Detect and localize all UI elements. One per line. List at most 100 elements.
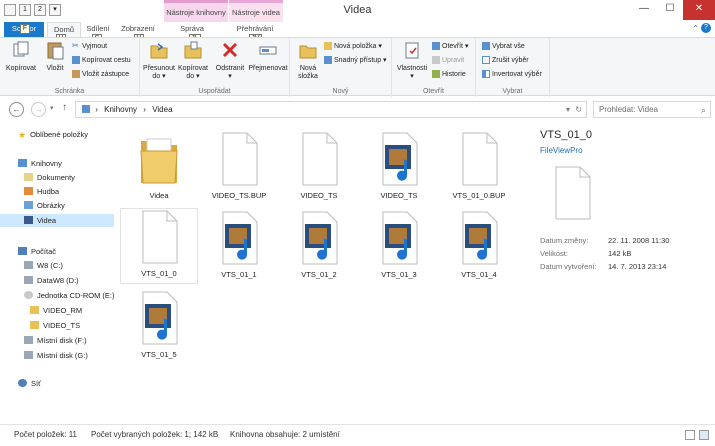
copy-button[interactable]: Kopírovat bbox=[4, 40, 38, 73]
file-item-video-ts-bup[interactable]: VIDEO_TS.BUP bbox=[200, 131, 278, 200]
nav-item-drive-d[interactable]: DataW8 (D:) bbox=[0, 274, 114, 287]
window-title: Videa bbox=[343, 4, 372, 16]
properties-dropdown-icon: ▾ bbox=[410, 73, 414, 80]
select-all-label: Vybrat vše bbox=[492, 42, 525, 50]
maximize-button[interactable]: ☐ bbox=[657, 0, 683, 20]
file-item-vts-01-3[interactable]: VTS_01_3 bbox=[360, 210, 438, 279]
address-sep-1: › bbox=[95, 105, 98, 114]
group-label-schranka: Schránka bbox=[54, 88, 85, 95]
status-item-count: Počet položek: 11 bbox=[14, 430, 78, 439]
group-label-vybrat: Vybrat bbox=[502, 88, 523, 95]
invert-selection-button[interactable]: Invertovat výběr bbox=[482, 70, 542, 78]
nav-label: W8 (C:) bbox=[37, 261, 63, 270]
prop-value-created: 14. 7. 2013 23:14 bbox=[608, 262, 667, 271]
file-item-vts-01-0[interactable]: VTS_01_0 bbox=[120, 208, 198, 284]
copy-to-button[interactable]: Kopírovat do ▾ bbox=[176, 40, 210, 81]
search-input[interactable]: Prohledat: Videa ⌕ bbox=[593, 101, 711, 118]
nav-item-dokumenty[interactable]: Dokumenty bbox=[0, 171, 114, 184]
paste-button[interactable]: Vložit bbox=[42, 40, 68, 73]
minimize-button[interactable]: — bbox=[631, 0, 657, 20]
back-button[interactable]: ← bbox=[9, 102, 24, 117]
move-to-suffix: do ▾ bbox=[152, 73, 166, 80]
file-item-video-ts-media[interactable]: VIDEO_TS bbox=[360, 131, 438, 200]
file-item-videa[interactable]: Videa bbox=[120, 131, 198, 200]
scissors-icon: ✂ bbox=[72, 41, 79, 50]
move-to-button[interactable]: Přesunout do ▾ bbox=[142, 40, 176, 81]
nav-item-knihovny[interactable]: Knihovny bbox=[0, 157, 114, 170]
properties-button[interactable]: Vlastnosti ▾ bbox=[394, 40, 430, 81]
file-name: VIDEO_TS bbox=[380, 191, 418, 200]
nav-item-pocitac[interactable]: Počítač bbox=[0, 245, 114, 258]
cut-button[interactable]: ✂ Vyjmout bbox=[72, 42, 107, 50]
network-icon bbox=[18, 379, 27, 387]
copy-label: Kopírovat bbox=[6, 65, 36, 72]
breadcrumb-knihovny[interactable]: Knihovny bbox=[104, 105, 137, 114]
document-icon bbox=[462, 132, 498, 186]
edit-button[interactable]: Upravit bbox=[432, 56, 464, 64]
open-button[interactable]: Otevřít ▾ bbox=[432, 42, 468, 50]
folder-icon bbox=[30, 321, 39, 329]
paste-shortcut-button[interactable]: Vložit zástupce bbox=[72, 70, 129, 78]
history-button[interactable]: Historie bbox=[432, 70, 466, 78]
group-label-novy: Nový bbox=[332, 88, 349, 95]
details-view-icon[interactable] bbox=[685, 430, 695, 440]
help-icon[interactable]: ? bbox=[701, 23, 711, 33]
new-item-button[interactable]: Nová položka ▾ bbox=[324, 42, 382, 50]
file-name: VTS_01_2 bbox=[301, 270, 337, 279]
large-icons-view-icon[interactable] bbox=[699, 430, 709, 440]
document-icon bbox=[302, 132, 338, 186]
address-dropdown-icon[interactable]: ▾ bbox=[566, 102, 570, 117]
copy-path-button[interactable]: Kopírovat cestu bbox=[72, 56, 131, 64]
cut-label: Vyjmout bbox=[82, 42, 108, 50]
nav-label: Videa bbox=[37, 216, 57, 225]
nav-item-video-ts[interactable]: VIDEO_TS bbox=[0, 319, 114, 332]
recent-locations-icon[interactable]: ▾ bbox=[50, 104, 54, 112]
nav-item-oblibene[interactable]: ★ Oblíbené položky bbox=[0, 128, 114, 141]
file-name: VTS_01_1 bbox=[221, 270, 257, 279]
up-button[interactable]: ↑ bbox=[62, 102, 67, 113]
paste-icon bbox=[47, 42, 64, 60]
address-sep-2: › bbox=[143, 105, 146, 114]
properties-icon bbox=[405, 42, 419, 59]
drive-icon bbox=[24, 336, 33, 344]
nav-item-obrazky[interactable]: Obrázky bbox=[0, 199, 114, 212]
nav-item-hudba[interactable]: Hudba bbox=[0, 185, 114, 198]
nav-item-video-rm[interactable]: VIDEO_RM bbox=[0, 304, 114, 317]
prop-label-modified: Datum změny: bbox=[540, 236, 589, 245]
details-preview-icon bbox=[555, 166, 591, 220]
refresh-icon[interactable]: ↻ bbox=[575, 102, 582, 117]
prop-label-created: Datum vytvoření: bbox=[540, 262, 597, 271]
forward-button[interactable]: → bbox=[31, 102, 46, 117]
select-all-button[interactable]: Vybrat vše bbox=[482, 42, 525, 50]
group-novy: Nová složka Nová položka ▾ Snadný přístu… bbox=[290, 38, 392, 97]
nav-item-sit[interactable]: Síť bbox=[0, 377, 114, 390]
close-button[interactable]: ✕ bbox=[683, 0, 715, 20]
nav-label: Dokumenty bbox=[37, 173, 75, 182]
file-item-vts-01-2[interactable]: VTS_01_2 bbox=[280, 210, 358, 279]
new-folder-button[interactable]: Nová složka bbox=[292, 40, 324, 81]
nav-item-drive-e[interactable]: Jednotka CD-ROM (E:) bbox=[0, 289, 114, 302]
file-item-vts-01-0-bup[interactable]: VTS_01_0.BUP bbox=[440, 131, 518, 200]
nav-label: VIDEO_RM bbox=[43, 306, 83, 315]
new-folder-icon bbox=[299, 45, 317, 59]
nav-item-videa[interactable]: Videa bbox=[0, 214, 114, 227]
collapse-ribbon-icon[interactable]: ⌃ bbox=[692, 24, 699, 33]
file-item-vts-01-5[interactable]: VTS_01_5 bbox=[120, 290, 198, 359]
history-label: Historie bbox=[442, 70, 466, 78]
address-bar[interactable]: › Knihovny › Videa ▾ ↻ bbox=[75, 101, 587, 118]
nav-item-drive-g[interactable]: Místní disk (G:) bbox=[0, 349, 114, 362]
nav-item-drive-c[interactable]: W8 (C:) bbox=[0, 259, 114, 272]
invert-selection-icon bbox=[482, 70, 490, 78]
file-item-vts-01-1[interactable]: VTS_01_1 bbox=[200, 210, 278, 279]
media-file-icon bbox=[222, 211, 258, 265]
rename-button[interactable]: Přejmenovat bbox=[246, 40, 290, 73]
easy-access-button[interactable]: Snadný přístup ▾ bbox=[324, 56, 387, 64]
paste-shortcut-icon bbox=[72, 70, 80, 78]
delete-button[interactable]: Odstranit ▾ bbox=[214, 40, 246, 81]
search-icon[interactable]: ⌕ bbox=[701, 103, 706, 118]
breadcrumb-videa[interactable]: Videa bbox=[152, 105, 172, 114]
file-item-video-ts[interactable]: VIDEO_TS bbox=[280, 131, 358, 200]
file-item-vts-01-4[interactable]: VTS_01_4 bbox=[440, 210, 518, 279]
nav-item-drive-f[interactable]: Místní disk (F:) bbox=[0, 334, 114, 347]
select-none-button[interactable]: Zrušit výběr bbox=[482, 56, 529, 64]
